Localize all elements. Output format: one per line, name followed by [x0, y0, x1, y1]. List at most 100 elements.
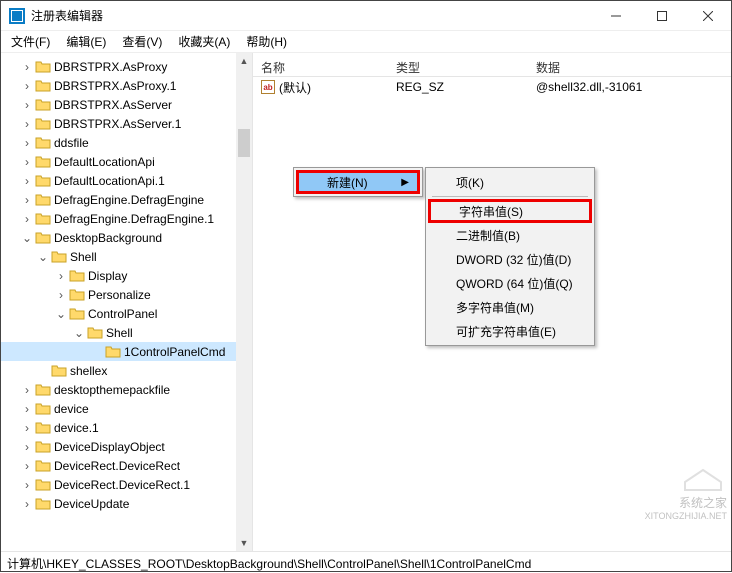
menu-favorites[interactable]: 收藏夹(A) [176, 33, 232, 50]
scroll-thumb[interactable] [238, 129, 250, 157]
tree-item[interactable]: shellex [1, 361, 252, 380]
tree-item-label: DBRSTPRX.AsProxy.1 [54, 79, 176, 93]
menu-item-label: 新建(N) [327, 174, 368, 191]
tree-item[interactable]: ›desktopthemepackfile [1, 380, 252, 399]
folder-icon [35, 496, 51, 512]
titlebar: 注册表编辑器 [1, 1, 731, 31]
submenu-item-binary[interactable]: 二进制值(B) [428, 223, 592, 247]
tree-pane: › DBRSTPRX.AsProxy › DBRSTPRX.AsProxy.1 ›DBR… [1, 53, 253, 551]
col-type[interactable]: 类型 [388, 59, 528, 76]
tree-item[interactable]: ›DeviceRect.DeviceRect [1, 456, 252, 475]
folder-icon [69, 306, 85, 322]
menu-edit[interactable]: 编辑(E) [64, 33, 108, 50]
tree-item[interactable]: › Personalize [1, 285, 252, 304]
tree-item[interactable]: ⌄Shell [1, 247, 252, 266]
tree-caret-icon[interactable]: › [19, 155, 35, 169]
minimize-button[interactable] [593, 1, 639, 31]
folder-icon [87, 325, 103, 341]
scroll-down-icon[interactable]: ▼ [236, 535, 252, 551]
tree-scrollbar[interactable]: ▲ ▼ [236, 53, 252, 551]
close-button[interactable] [685, 1, 731, 31]
col-data[interactable]: 数据 [528, 59, 731, 76]
tree-item[interactable]: ⌄ControlPanel [1, 304, 252, 323]
tree-caret-icon[interactable]: › [19, 421, 35, 435]
tree-caret-icon[interactable]: › [19, 383, 35, 397]
tree-item[interactable]: › ddsfile [1, 133, 252, 152]
tree-caret-icon[interactable]: › [19, 60, 35, 74]
tree-item[interactable]: ›DBRSTPRX.AsServer [1, 95, 252, 114]
tree-item-label: DefragEngine.DefragEngine.1 [54, 212, 214, 226]
tree-item[interactable]: ›device.1 [1, 418, 252, 437]
folder-icon [35, 230, 51, 246]
menubar: 文件(F) 编辑(E) 查看(V) 收藏夹(A) 帮助(H) [1, 31, 731, 53]
value-name: (默认) [279, 79, 311, 96]
tree-item[interactable]: › DeviceRect.DeviceRect.1 [1, 475, 252, 494]
tree-item[interactable]: › DefragEngine.DefragEngine [1, 190, 252, 209]
tree-caret-icon[interactable]: ⌄ [19, 231, 35, 245]
tree-item-label: DefaultLocationApi [54, 155, 155, 169]
tree-item-label: Shell [106, 326, 133, 340]
tree-caret-icon[interactable]: › [19, 174, 35, 188]
tree-item[interactable]: › DBRSTPRX.AsProxy.1 [1, 76, 252, 95]
tree-item[interactable]: ⌄DesktopBackground [1, 228, 252, 247]
column-headers: 名称 类型 数据 [253, 53, 731, 77]
context-submenu: 项(K) 字符串值(S) 二进制值(B) DWORD (32 位)值(D) QW… [425, 167, 595, 346]
tree-caret-icon[interactable]: ⌄ [35, 250, 51, 264]
tree-caret-icon[interactable]: › [19, 117, 35, 131]
tree-item[interactable]: › device [1, 399, 252, 418]
tree-caret-icon[interactable]: › [19, 497, 35, 511]
tree-caret-icon[interactable]: › [19, 459, 35, 473]
app-icon [9, 8, 25, 24]
menu-help[interactable]: 帮助(H) [244, 33, 289, 50]
context-menu: 新建(N) ▶ [293, 167, 423, 197]
folder-icon [35, 211, 51, 227]
tree-caret-icon[interactable]: › [19, 79, 35, 93]
tree-item[interactable]: › DeviceUpdate [1, 494, 252, 513]
tree-item[interactable]: ⌄ Shell [1, 323, 252, 342]
menu-file[interactable]: 文件(F) [9, 33, 52, 50]
submenu-item-key[interactable]: 项(K) [428, 170, 592, 194]
maximize-button[interactable] [639, 1, 685, 31]
tree-caret-icon[interactable]: › [19, 136, 35, 150]
folder-icon [35, 135, 51, 151]
tree-item[interactable]: › DefragEngine.DefragEngine.1 [1, 209, 252, 228]
tree-item-label: DefaultLocationApi.1 [54, 174, 165, 188]
tree-item[interactable]: › DefaultLocationApi [1, 152, 252, 171]
tree-caret-icon[interactable]: › [19, 193, 35, 207]
tree-item[interactable]: › DBRSTPRX.AsProxy [1, 57, 252, 76]
tree-item-label: Personalize [88, 288, 151, 302]
tree-item[interactable]: ›DBRSTPRX.AsServer.1 [1, 114, 252, 133]
scroll-up-icon[interactable]: ▲ [236, 53, 252, 69]
tree-caret-icon[interactable]: › [19, 212, 35, 226]
tree-item-label: DBRSTPRX.AsProxy [54, 60, 167, 74]
tree-caret-icon[interactable]: › [53, 288, 69, 302]
tree-caret-icon[interactable]: › [19, 98, 35, 112]
menu-view[interactable]: 查看(V) [120, 33, 164, 50]
tree-caret-icon[interactable]: ⌄ [53, 307, 69, 321]
tree-caret-icon[interactable]: › [19, 478, 35, 492]
tree-item[interactable]: ›Display [1, 266, 252, 285]
tree-caret-icon[interactable]: › [19, 402, 35, 416]
submenu-item-qword[interactable]: QWORD (64 位)值(Q) [428, 271, 592, 295]
list-row[interactable]: ab(默认) REG_SZ @shell32.dll,-31061 [253, 77, 731, 97]
tree-item-label: ddsfile [54, 136, 89, 150]
tree-item[interactable]: › DefaultLocationApi.1 [1, 171, 252, 190]
submenu-item-expand[interactable]: 可扩充字符串值(E) [428, 319, 592, 343]
menu-item-new[interactable]: 新建(N) ▶ [296, 170, 420, 194]
submenu-item-dword[interactable]: DWORD (32 位)值(D) [428, 247, 592, 271]
tree-caret-icon[interactable]: › [19, 440, 35, 454]
watermark: 系统之家 XITONGZHIJIA.NET [645, 458, 727, 521]
folder-icon [35, 59, 51, 75]
tree-item[interactable]: ›DeviceDisplayObject [1, 437, 252, 456]
col-name[interactable]: 名称 [253, 59, 388, 76]
tree-item-label: DefragEngine.DefragEngine [54, 193, 204, 207]
tree-caret-icon[interactable]: ⌄ [71, 326, 87, 340]
folder-icon [69, 268, 85, 284]
submenu-item-string[interactable]: 字符串值(S) [428, 199, 592, 223]
tree-item[interactable]: 1ControlPanelCmd [1, 342, 252, 361]
tree-item-label: DeviceRect.DeviceRect.1 [54, 478, 190, 492]
tree-item-label: device [54, 402, 89, 416]
tree-item-label: DeviceUpdate [54, 497, 129, 511]
tree-caret-icon[interactable]: › [53, 269, 69, 283]
submenu-item-multi[interactable]: 多字符串值(M) [428, 295, 592, 319]
